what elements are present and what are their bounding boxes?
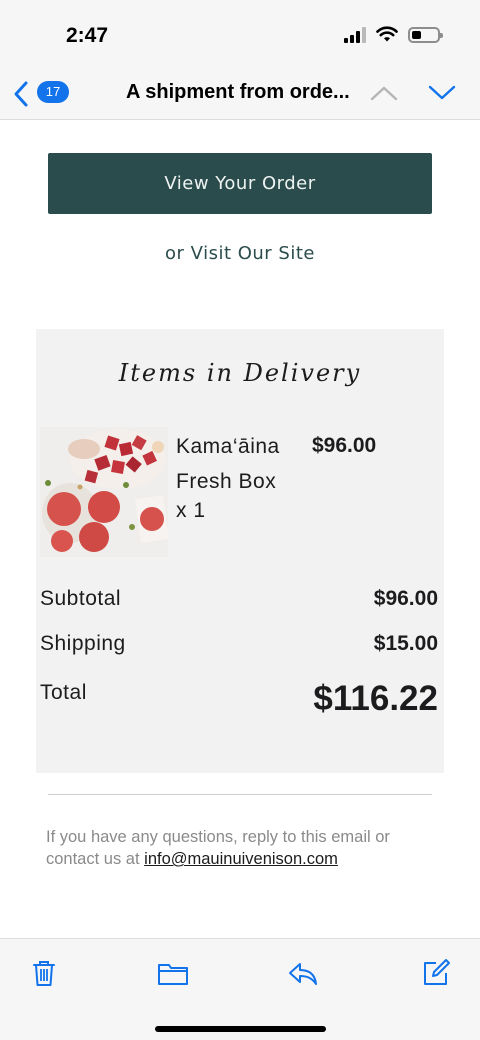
chevron-down-icon[interactable]	[428, 84, 456, 102]
subtotal-row: Subtotal $96.00	[40, 587, 438, 611]
status-time: 2:47	[66, 24, 109, 47]
wifi-icon	[376, 26, 398, 42]
product-name[interactable]: Kama‘āina Fresh Box	[176, 429, 306, 499]
unread-count-badge[interactable]: 17	[37, 81, 69, 103]
reply-icon	[289, 963, 317, 985]
items-in-delivery-card: Items in Delivery Kama‘āina Fresh Box x …	[36, 329, 444, 773]
trash-icon	[33, 961, 55, 986]
subtotal-label: Subtotal	[40, 587, 122, 610]
chevron-up-icon[interactable]	[370, 84, 398, 102]
move-to-folder-button[interactable]	[157, 957, 189, 989]
chevron-left-icon[interactable]	[12, 80, 30, 108]
view-order-button[interactable]: View Your Order	[48, 153, 432, 214]
product-price: $96.00	[312, 434, 377, 457]
contact-email-link[interactable]: info@mauinuivenison.com	[144, 850, 338, 868]
shipping-row: Shipping $15.00	[40, 632, 438, 656]
compose-button[interactable]	[420, 957, 452, 989]
trash-button[interactable]	[28, 957, 60, 989]
footer-text: If you have any questions, reply to this…	[46, 826, 436, 870]
product-quantity: x 1	[176, 499, 206, 522]
total-value: $116.22	[313, 679, 438, 718]
subtotal-value: $96.00	[373, 587, 438, 610]
reply-button[interactable]	[287, 957, 319, 989]
shipping-label: Shipping	[40, 632, 126, 655]
folder-icon	[158, 964, 188, 985]
product-image	[40, 427, 168, 557]
cellular-signal-icon	[344, 26, 366, 43]
home-indicator[interactable]	[155, 1026, 326, 1032]
message-title: A shipment from orde...	[126, 81, 350, 103]
divider	[48, 794, 432, 795]
shipping-value: $15.00	[373, 632, 438, 655]
visit-site-link[interactable]: or Visit Our Site	[0, 243, 480, 264]
status-bar: 2:47	[0, 0, 480, 70]
mail-nav-bar: 17 A shipment from orde...	[0, 70, 480, 120]
items-heading: Items in Delivery	[118, 359, 362, 387]
total-label: Total	[40, 681, 87, 704]
status-icons	[344, 26, 443, 43]
battery-icon	[408, 26, 443, 43]
total-row: Total $116.22	[40, 679, 438, 719]
compose-icon	[424, 959, 450, 985]
mail-toolbar	[0, 938, 480, 1040]
